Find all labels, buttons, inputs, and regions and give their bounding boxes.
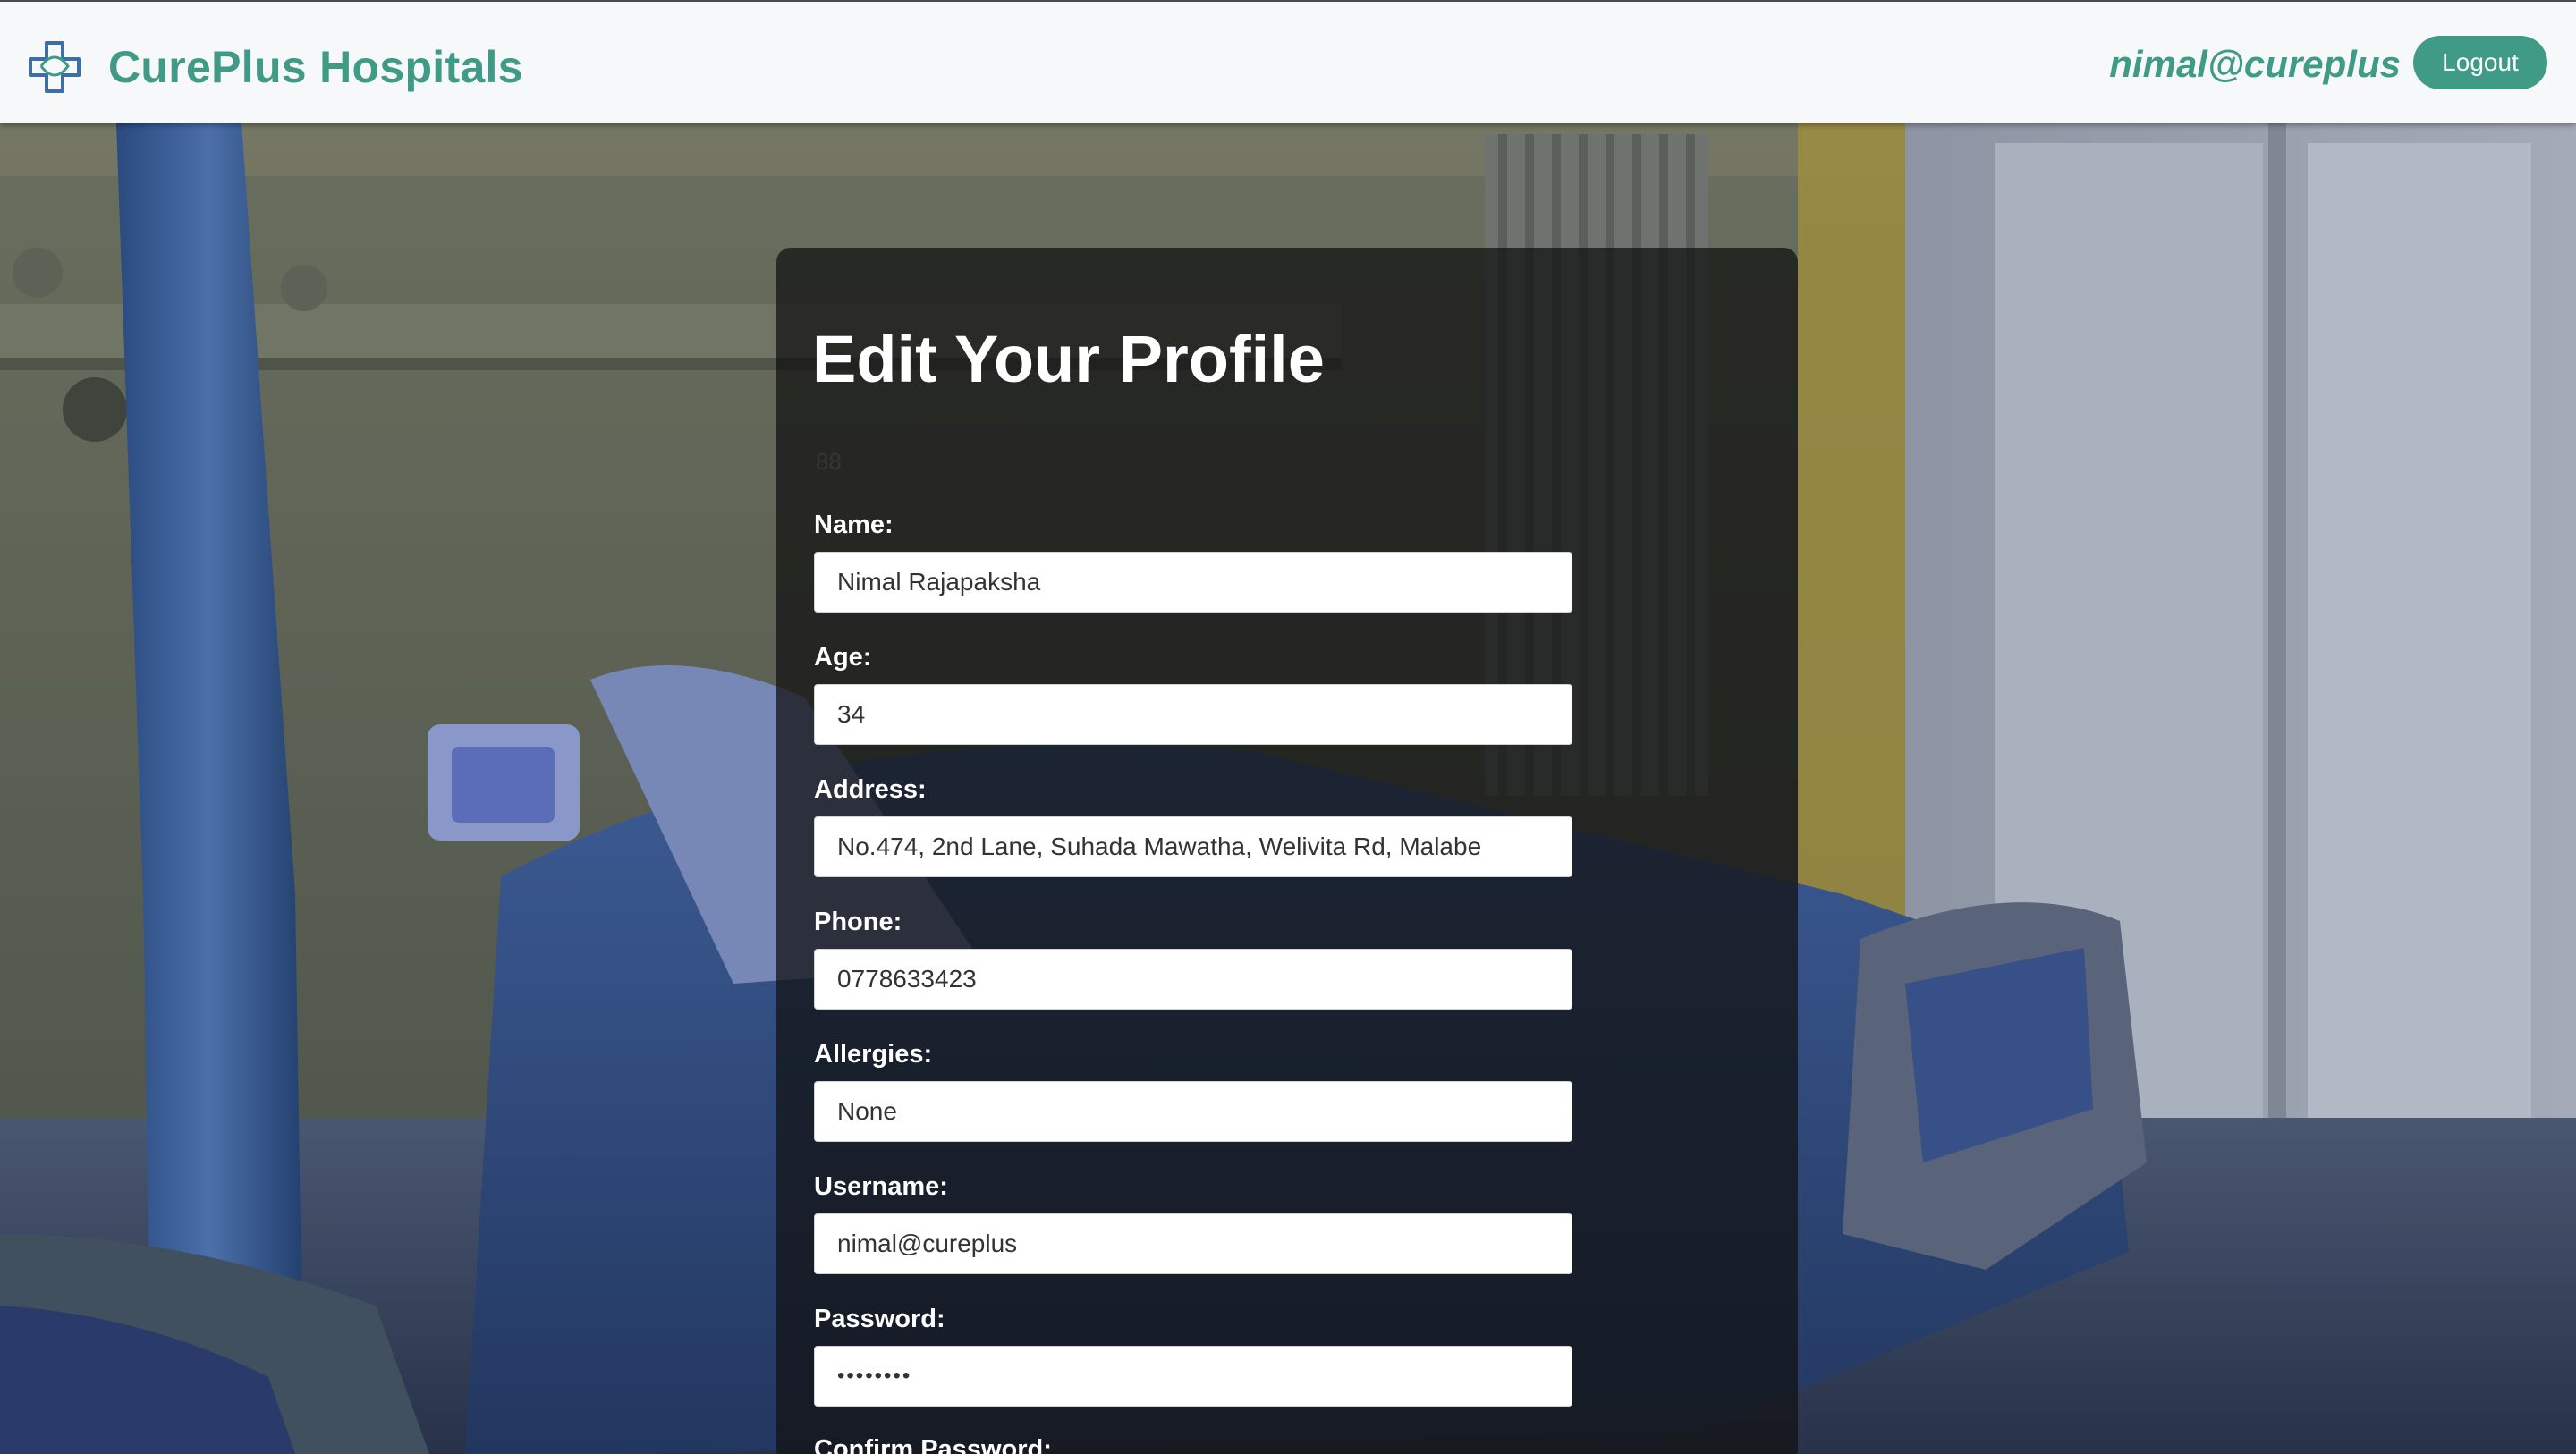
age-field[interactable]	[814, 684, 1572, 745]
page-title: Edit Your Profile	[812, 322, 1325, 396]
logout-button[interactable]: Logout	[2413, 36, 2547, 89]
address-label: Address:	[814, 775, 927, 804]
confirm-password-label: Confirm Password:	[814, 1435, 1052, 1454]
password-field[interactable]	[814, 1346, 1572, 1407]
password-label: Password:	[814, 1305, 945, 1333]
allergies-field[interactable]	[814, 1081, 1572, 1142]
username-field[interactable]	[814, 1213, 1572, 1274]
edit-profile-panel: Edit Your Profile 88 Name: Age: Address:…	[776, 248, 1798, 1454]
user-id-label: 88	[816, 448, 842, 475]
medical-cross-icon	[29, 41, 80, 93]
age-label: Age:	[814, 643, 872, 672]
name-label: Name:	[814, 511, 894, 539]
username-label: Username:	[814, 1172, 948, 1201]
address-field[interactable]	[814, 816, 1572, 877]
phone-label: Phone:	[814, 908, 902, 936]
current-user-email: nimal@cureplus	[2109, 43, 2401, 85]
allergies-label: Allergies:	[814, 1040, 933, 1069]
brand-name[interactable]: CurePlus Hospitals	[108, 41, 523, 93]
phone-field[interactable]	[814, 949, 1572, 1010]
name-field[interactable]	[814, 552, 1572, 613]
top-navbar: CurePlus Hospitals nimal@cureplus Logout	[0, 0, 2576, 123]
